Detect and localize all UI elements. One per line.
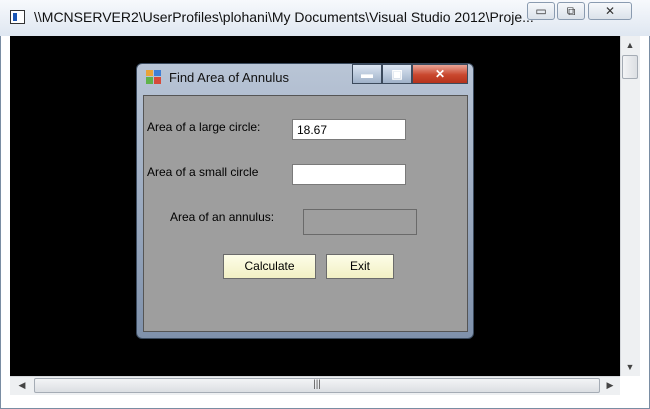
console-title: \\MCNSERVER2\UserProfiles\plohani\My Doc… [34, 9, 534, 25]
console-minimize-button[interactable]: ▭ [527, 2, 555, 20]
scroll-right-icon[interactable]: ▶ [600, 380, 620, 391]
small-circle-input[interactable] [292, 164, 406, 185]
annulus-result-field [303, 209, 417, 235]
exit-button[interactable]: Exit [326, 254, 394, 279]
large-circle-input[interactable] [292, 119, 406, 140]
dialog-minimize-button[interactable]: ▬ [352, 64, 382, 84]
horizontal-scroll-thumb[interactable]: ||| [34, 378, 600, 393]
console-app-icon [10, 10, 25, 24]
dialog-close-button[interactable]: ✕ [412, 64, 468, 84]
scroll-up-icon[interactable]: ▲ [620, 40, 640, 50]
small-circle-label: Area of a small circle [147, 165, 259, 179]
scroll-left-icon[interactable]: ◀ [12, 380, 32, 391]
large-circle-label: Area of a large circle: [147, 120, 261, 134]
console-restore-button[interactable]: ⧉ [557, 2, 585, 20]
vertical-scrollbar[interactable] [620, 36, 640, 376]
vertical-scroll-thumb[interactable] [622, 55, 638, 79]
form-app-icon [146, 70, 161, 84]
scroll-down-icon[interactable]: ▼ [620, 362, 640, 372]
calculate-button[interactable]: Calculate [223, 254, 316, 279]
dialog-maximize-button[interactable]: ▣ [382, 64, 412, 84]
annulus-label: Area of an annulus: [170, 210, 275, 224]
console-close-button[interactable]: ✕ [588, 2, 632, 20]
dialog-title: Find Area of Annulus [169, 70, 289, 85]
